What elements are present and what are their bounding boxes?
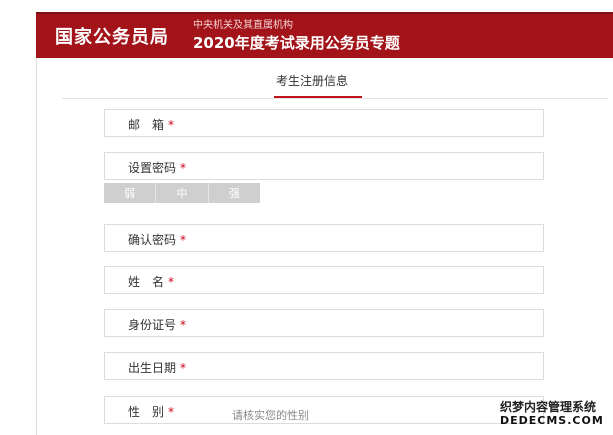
birth-date-field[interactable]: 出生日期 * [104,352,544,380]
password-strength-meter: 弱 中 强 [104,183,260,203]
strength-medium: 中 [155,183,208,203]
watermark-line1: 织梦内容管理系统 [500,400,597,414]
confirm-password-label: 确认密码 * [128,233,187,247]
tab-registration-info[interactable]: 考生注册信息 [276,72,348,89]
password-field[interactable]: 设置密码 * [104,152,544,180]
id-number-label: 身份证号 * [128,318,187,332]
site-header: 国家公务员局 中央机关及其直属机构 2020年度考试录用公务员专题 [36,12,613,58]
confirm-password-field[interactable]: 确认密码 * [104,224,544,252]
header-title: 2020年度考试录用公务员专题 [193,34,400,52]
gender-label: 性 别 * [128,405,175,419]
required-mark: * [168,118,175,132]
required-mark: * [168,405,175,419]
required-mark: * [180,233,187,247]
email-field[interactable]: 邮 箱 * [104,109,544,137]
watermark-logo: 织梦内容管理系统 DEDECMS.COM [500,398,610,432]
required-mark: * [168,275,175,289]
content-left-border [36,58,37,435]
birth-date-label: 出生日期 * [128,361,187,375]
name-label: 姓 名 * [128,275,175,289]
name-field[interactable]: 姓 名 * [104,266,544,294]
site-brand[interactable]: 国家公务员局 [55,23,169,49]
strength-strong: 强 [207,183,260,203]
header-subtitle: 中央机关及其直属机构 [193,20,293,31]
gender-field[interactable]: 性 别 * 请核实您的性别 [104,396,544,424]
password-label: 设置密码 * [128,161,187,175]
registration-page: 国家公务员局 中央机关及其直属机构 2020年度考试录用公务员专题 考生注册信息… [0,0,613,435]
watermark-line2: DEDECMS.COM [500,414,604,427]
required-mark: * [180,161,187,175]
section-divider [62,98,608,99]
required-mark: * [180,318,187,332]
email-label: 邮 箱 * [128,118,175,132]
required-mark: * [180,361,187,375]
id-number-field[interactable]: 身份证号 * [104,309,544,337]
gender-hint: 请核实您的性别 [232,409,309,422]
strength-weak: 弱 [104,183,156,203]
